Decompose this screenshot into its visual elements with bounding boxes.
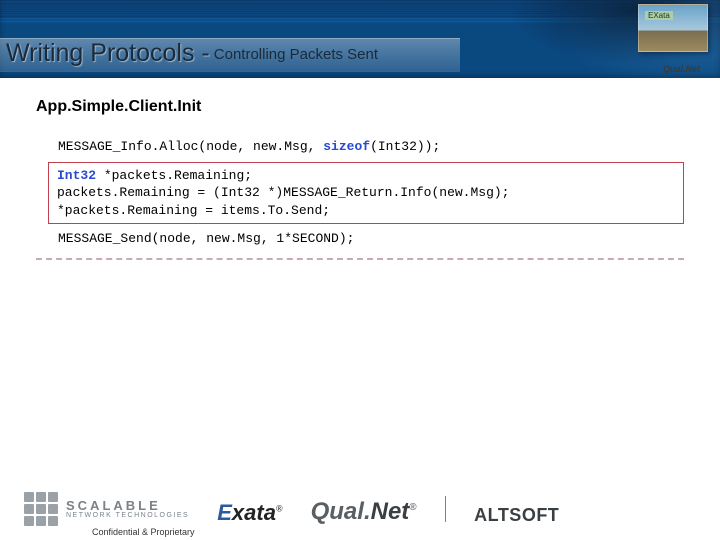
title-bar: Writing Protocols - Controlling Packets … — [0, 38, 460, 72]
code-type: Int32 — [57, 168, 96, 183]
logo-altsoft: ALTSOFT — [474, 505, 559, 526]
registered-mark: ® — [276, 504, 283, 514]
code-line: MESSAGE_Send(node, new.Msg, 1*SECOND); — [36, 230, 684, 248]
code-text: *packets.Remaining; — [96, 168, 252, 183]
slide-subtitle: Controlling Packets Sent — [214, 46, 378, 63]
exata-xata: xata — [232, 500, 276, 525]
thumb-badge: EXata — [645, 11, 673, 20]
code-keyword: sizeof — [323, 139, 370, 154]
qualnet-net: Net — [371, 498, 410, 525]
highlight-box: Int32 *packets.Remaining; packets.Remain… — [48, 162, 684, 225]
thumb-brand: Qual.Net — [663, 64, 700, 74]
header-thumbnail: EXata — [638, 4, 708, 52]
scalable-grid-icon — [24, 492, 58, 526]
slide-header: EXata Qual.Net Writing Protocols - Contr… — [0, 0, 720, 78]
scalable-name: SCALABLE — [66, 499, 189, 512]
scalable-text: SCALABLE NETWORK TECHNOLOGIES — [66, 499, 189, 519]
confidential-label: Confidential & Proprietary — [92, 527, 195, 537]
code-text: (Int32)); — [370, 139, 440, 154]
exata-e: E — [217, 500, 232, 525]
section-heading: App.Simple.Client.Init — [36, 98, 684, 116]
code-line: MESSAGE_Info.Alloc(node, new.Msg, sizeof… — [36, 138, 684, 156]
code-block: MESSAGE_Info.Alloc(node, new.Msg, sizeof… — [36, 138, 684, 260]
logo-exata: Exata® — [217, 500, 282, 526]
code-line: Int32 *packets.Remaining; — [57, 167, 675, 185]
scalable-tagline: NETWORK TECHNOLOGIES — [66, 512, 189, 519]
code-line: packets.Remaining = (Int32 *)MESSAGE_Ret… — [57, 184, 675, 202]
slide-body: App.Simple.Client.Init MESSAGE_Info.Allo… — [0, 78, 720, 260]
registered-mark: ® — [409, 502, 416, 513]
logo-qualnet: Qual.Net® — [311, 498, 417, 526]
logo-divider — [445, 496, 447, 522]
code-line: *packets.Remaining = items.To.Send; — [57, 202, 675, 220]
logo-scalable: SCALABLE NETWORK TECHNOLOGIES — [24, 492, 189, 526]
slide-title: Writing Protocols - — [6, 39, 210, 68]
qualnet-qual: Qual. — [311, 498, 371, 525]
code-text: MESSAGE_Info.Alloc(node, new.Msg, — [58, 139, 323, 154]
footer-logos: SCALABLE NETWORK TECHNOLOGIES Exata® Qua… — [0, 492, 720, 526]
